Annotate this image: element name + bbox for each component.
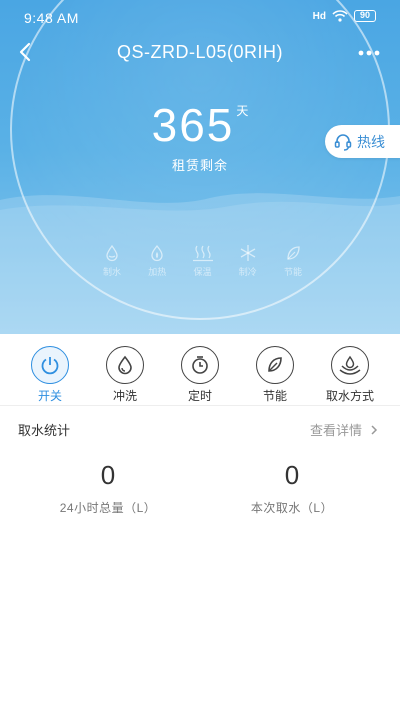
stats-header: 取水统计 查看详情 (0, 406, 400, 448)
water-making-icon (106, 244, 118, 262)
more-button[interactable] (356, 42, 382, 64)
mode-energy-saving: 节能 (276, 243, 310, 281)
view-details-label: 查看详情 (309, 423, 362, 438)
timer-button[interactable]: 定时 (162, 346, 238, 404)
stat-24h-value: 0 (100, 460, 116, 490)
control-bar: 开关 冲洗 定时 节能 取水方式 (0, 334, 400, 406)
stat-24h-label: 24小时总量（L） (59, 501, 157, 515)
heating-icon (151, 244, 163, 262)
headset-icon (334, 133, 352, 151)
status-bar: 9:48 AM Hd 90 (0, 0, 400, 34)
lease-days-value: 365 (151, 99, 235, 151)
energy-saving-label: 节能 (262, 389, 287, 403)
status-time: 9:48 AM (24, 10, 79, 26)
flush-label: 冲洗 (112, 389, 137, 403)
mode-label: 节能 (283, 267, 302, 277)
battery-icon: 90 (354, 10, 376, 22)
hotline-label: 热线 (357, 133, 385, 150)
mode-indicators: 制水 加热 保温 制冷 节能 (95, 243, 310, 281)
lease-days-unit: 天 (236, 104, 249, 118)
water-mode-button[interactable]: 取水方式 (312, 346, 388, 404)
timer-icon (181, 346, 219, 384)
energy-saving-icon (287, 246, 300, 260)
hotline-button[interactable]: 热线 (325, 125, 400, 158)
mode-label: 制冷 (238, 267, 257, 277)
timer-label: 定时 (187, 389, 212, 403)
page-title: QS-ZRD-L05(0RIH) (116, 42, 284, 62)
mode-heating: 加热 (140, 243, 174, 281)
mode-cooling: 制冷 (231, 243, 265, 281)
water-mode-icon (331, 346, 369, 384)
flush-icon (106, 346, 144, 384)
stat-this-time-label: 本次取水（L） (250, 501, 334, 515)
leaf-icon (256, 346, 294, 384)
chevron-right-icon (371, 424, 378, 435)
energy-saving-button[interactable]: 节能 (237, 346, 313, 404)
stat-this-time: 0 本次取水（L） (192, 460, 392, 516)
mode-label: 制水 (102, 267, 121, 277)
status-icons: Hd 90 (313, 10, 376, 22)
power-icon (31, 346, 69, 384)
stats-title: 取水统计 (18, 423, 71, 438)
cooling-icon (240, 245, 256, 261)
stat-24h-total: 0 24小时总量（L） (8, 460, 208, 516)
water-mode-label: 取水方式 (325, 389, 374, 403)
mode-keep-warm: 保温 (186, 243, 220, 281)
mode-water-making: 制水 (95, 243, 129, 281)
wifi-icon (332, 10, 348, 22)
power-label: 开关 (37, 389, 62, 403)
view-details-link[interactable]: 查看详情 (310, 420, 378, 439)
flush-button[interactable]: 冲洗 (87, 346, 163, 404)
power-button[interactable]: 开关 (12, 346, 88, 404)
more-dots-icon (358, 50, 380, 56)
mode-label: 加热 (148, 267, 167, 277)
stat-this-time-value: 0 (284, 460, 300, 490)
keep-warm-icon (192, 245, 213, 262)
signal-icon: Hd (312, 10, 326, 22)
mode-label: 保温 (193, 267, 212, 277)
